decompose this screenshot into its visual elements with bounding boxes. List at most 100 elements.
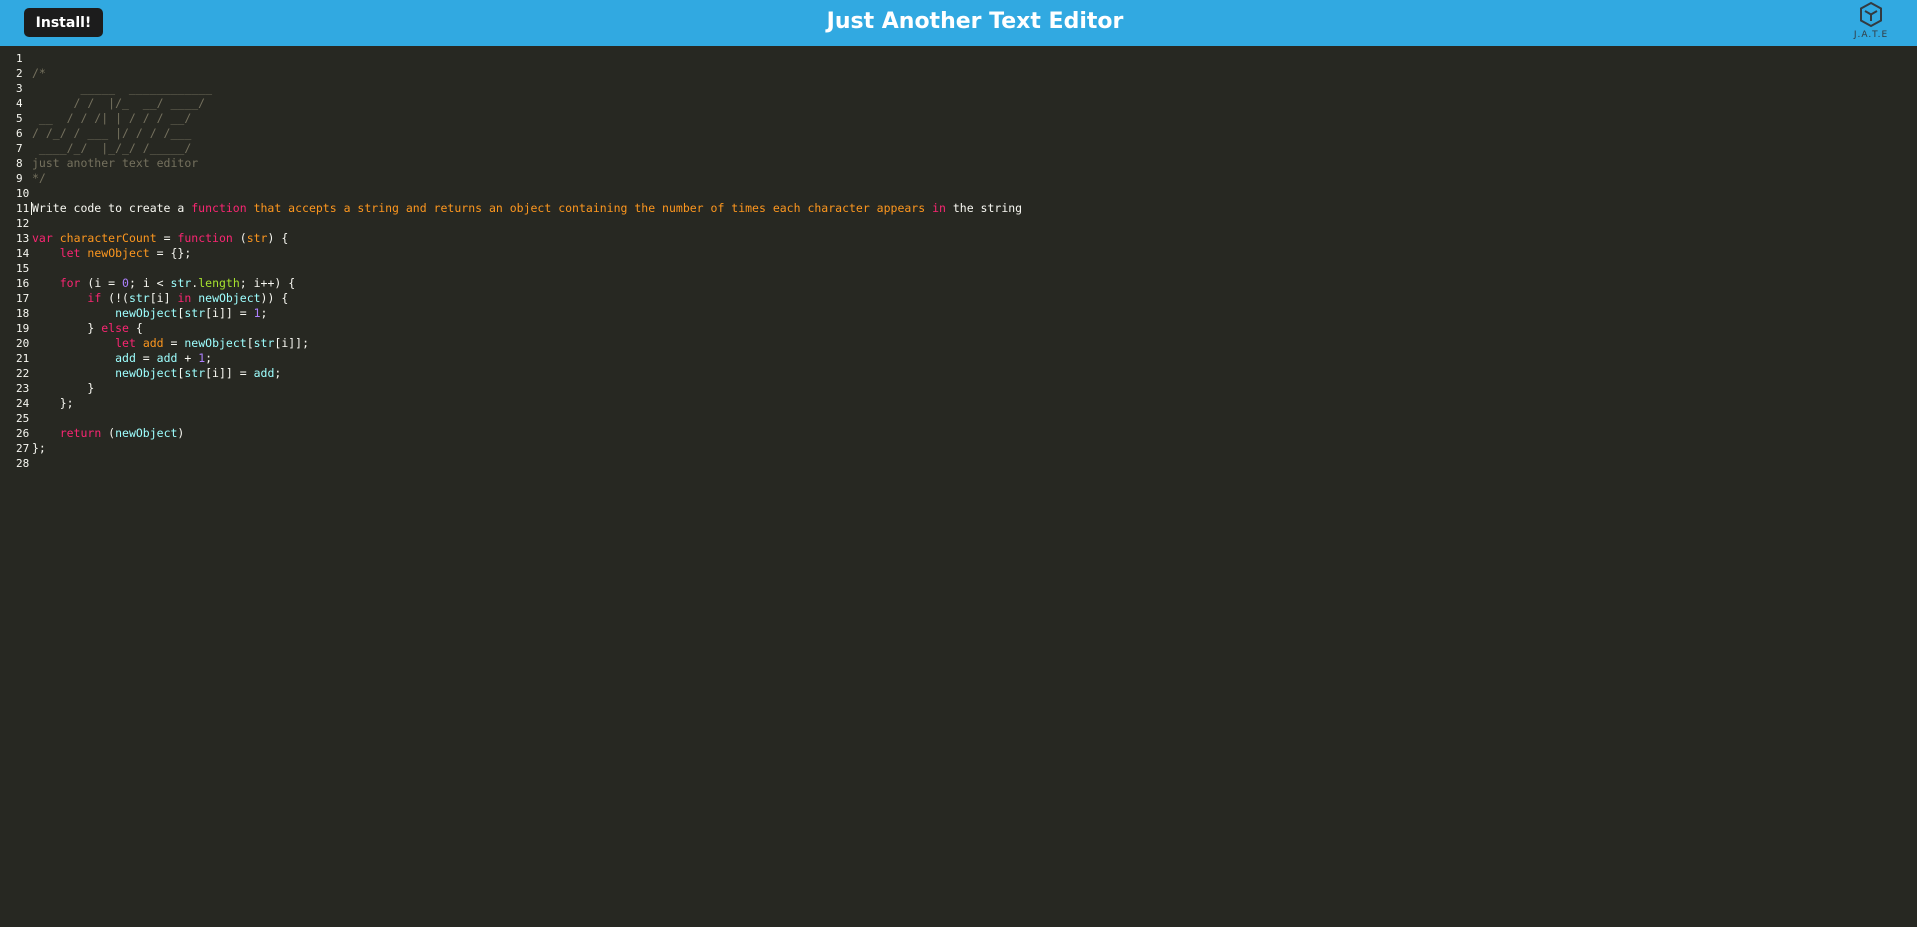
line-number: 7 [16,142,23,155]
code-token: ) { [267,231,289,245]
code-token: newObject [115,306,178,320]
line-number: 9 [16,172,23,185]
line-content: return (newObject) [32,426,185,441]
code-token: that accepts a string and returns an obj… [246,201,933,215]
code-token: (!( [101,291,129,305]
code-token: var [32,231,53,245]
line-number: 5 [16,112,23,125]
line-number: 21 [16,352,30,365]
code-token: 0 [122,276,129,290]
line-content: }; [32,441,46,456]
code-token: */ [32,171,46,185]
code-token: add [142,336,164,350]
code-token: str [128,291,150,305]
line-content: newObject[str[i]] = 1; [32,306,267,321]
line-number: 2 [16,67,23,80]
line-content: for (i = 0; i < str.length; i++) { [32,276,295,291]
line-number: 27 [16,442,30,455]
code-token: _____ ____________ [32,81,213,95]
line-content: if (!(str[i] in newObject)) { [32,291,288,306]
navbar: Install! Just Another Text Editor J.A.T.… [0,0,1917,46]
line-content: } else { [32,321,142,336]
code-token: Write code to create a [32,201,192,215]
line-content: / /_/ / ___ |/ / / /___ [32,126,191,141]
code-token: function [177,231,233,245]
code-token: newObject [115,426,178,440]
code-token: = [135,351,157,365]
line-content: var characterCount = function (str) { [32,231,288,246]
line-content: newObject[str[i]] = add; [32,366,281,381]
code-token: newObject [115,366,178,380]
code-token: }; [32,396,74,410]
code-token: = [163,336,185,350]
code-token: / /_/ / ___ |/ / / /___ [32,126,192,140]
code-token: if [87,291,102,305]
code-token: for [59,276,81,290]
code-token: }; [32,441,46,455]
code-token: = [156,231,178,245]
line-number: 19 [16,322,30,335]
line-number: 6 [16,127,23,140]
code-token: ; [205,351,213,365]
line-content: }; [32,396,74,411]
line-content: just another text editor [32,156,198,171]
line-number: 22 [16,367,30,380]
line-content: } [32,381,94,396]
code-token: length [198,276,240,290]
code-token: / / |/_ __/ ____/ [32,96,206,110]
code-token: else [101,321,129,335]
line-number: 24 [16,397,30,410]
code-token: ( [232,231,247,245]
line-number: 13 [16,232,30,245]
line-content: Write code to create a function that acc… [32,201,1022,216]
code-token: newObject [87,246,150,260]
line-content: / / |/_ __/ ____/ [32,96,206,111]
code-token: add [156,351,178,365]
code-token: let [115,336,136,350]
code-token: [i]]; [274,336,310,350]
line-content: let newObject = {}; [32,246,192,261]
code-editor[interactable]: 1 2/* 3 _____ ____________ 4 / / |/_ __/ __… [0,46,1917,927]
code-token: 1 [253,306,261,320]
code-token: __ / / /| | / / / __/ [32,111,192,125]
line-number: 3 [16,82,23,95]
code-token: ; i++) { [239,276,296,290]
line-content: ____/_/ |_/_/ /_____/ [32,141,191,156]
line-number: 23 [16,382,30,395]
line-content: /* [32,66,46,81]
code-token: add [115,351,136,365]
code-token: in [177,291,192,305]
line-number: 1 [16,52,23,65]
code-token: } [32,321,102,335]
code-token: str [184,366,206,380]
code-token: str [184,306,206,320]
code-token: ; [260,306,268,320]
code-token: [i] [149,291,178,305]
code-token: ( [101,426,116,440]
code-token: str [170,276,192,290]
line-number: 10 [16,187,30,200]
line-content: _____ ____________ [32,81,212,96]
line-number: 15 [16,262,30,275]
line-content: let add = newObject[str[i]]; [32,336,309,351]
line-number: 18 [16,307,30,320]
code-token: ) [177,426,185,440]
code-token: let [59,246,81,260]
logo-text: J.A.T.E [1853,30,1889,40]
line-number: 28 [16,457,30,470]
code-token: } [32,381,95,395]
code-token: [i]] = [205,306,254,320]
code-token: str [253,336,275,350]
line-content: add = add + 1; [32,351,212,366]
line-number: 25 [16,412,30,425]
code-token: [i]] = [205,366,254,380]
line-content: */ [32,171,46,186]
line-content: __ / / /| | / / / __/ [32,111,191,126]
code-token: )) { [260,291,289,305]
